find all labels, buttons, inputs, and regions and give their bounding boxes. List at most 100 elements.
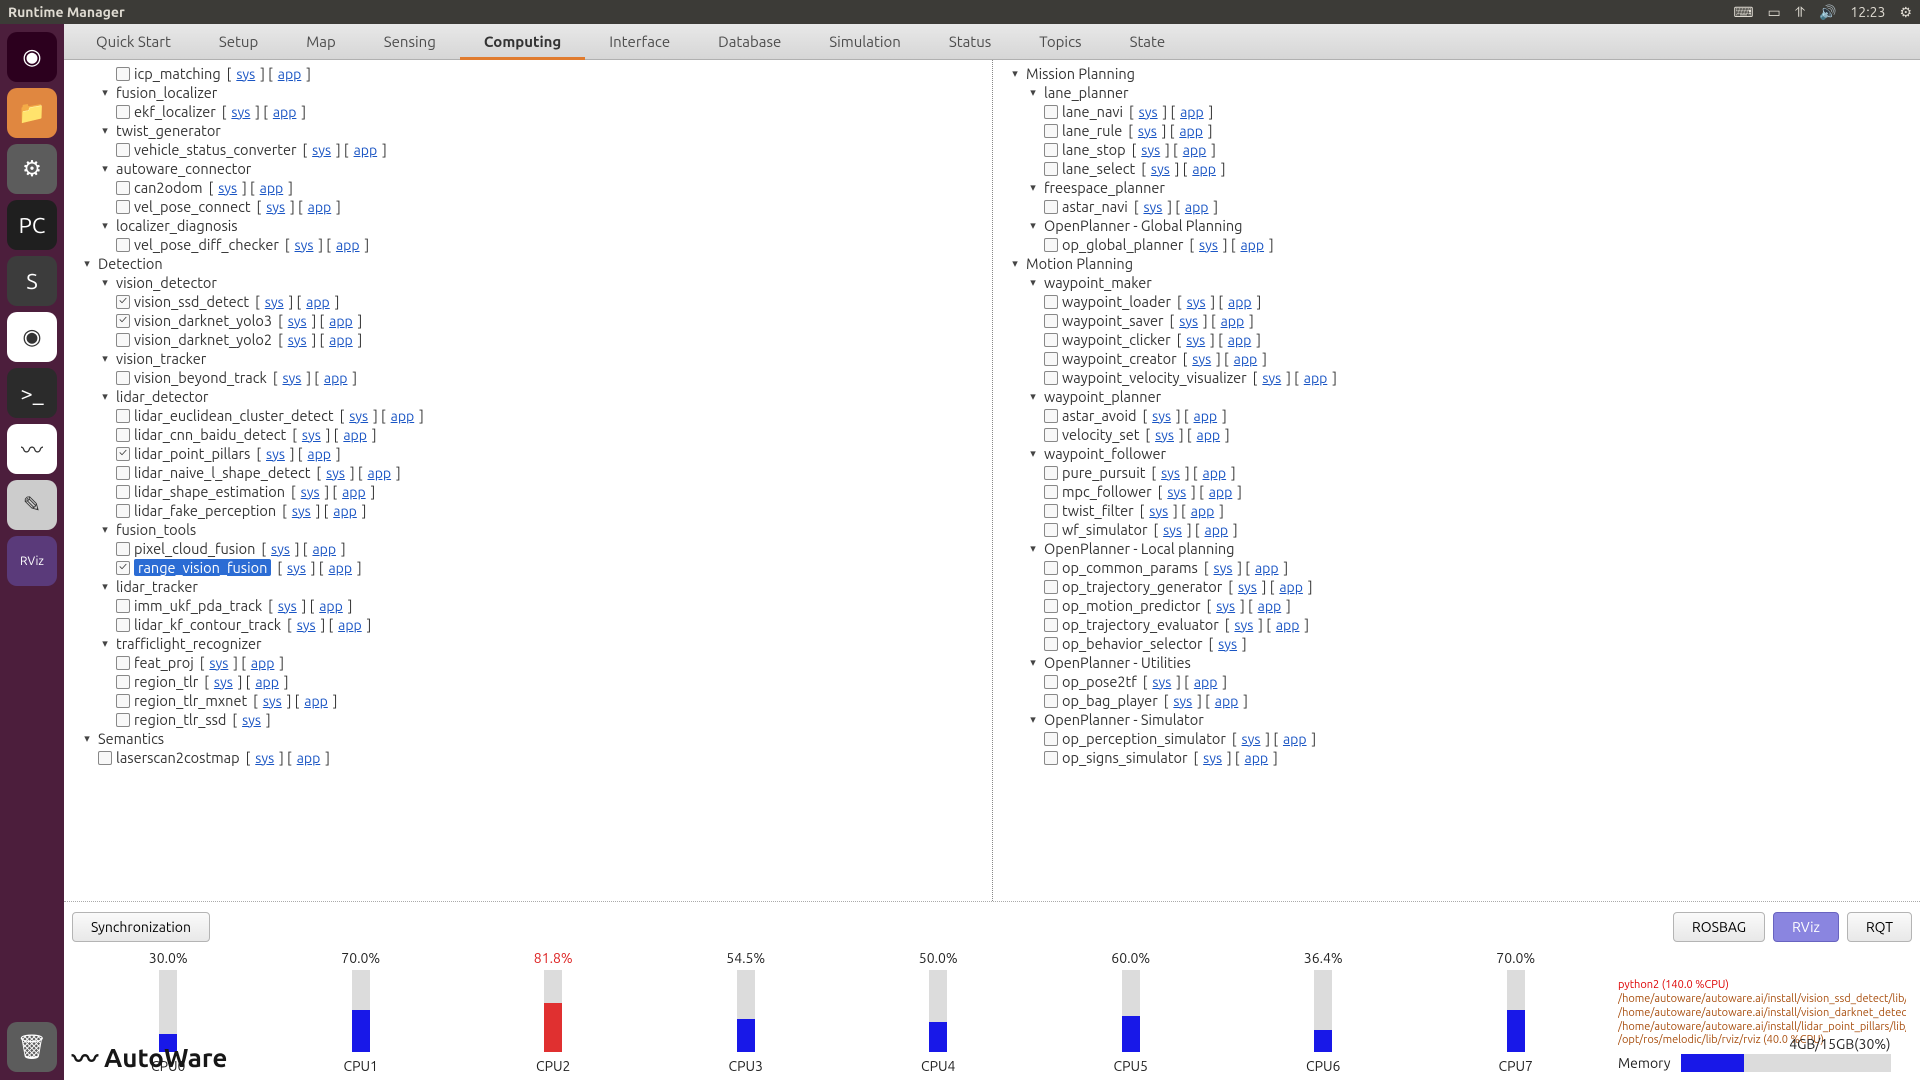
app-link[interactable]: app [333,503,357,519]
expander-icon[interactable] [1008,67,1022,81]
tree-row-lane-stop[interactable]: lane_stop[ sys ] [ app ] [1000,140,1912,159]
sys-link[interactable]: sys [1155,427,1174,443]
checkbox[interactable] [116,200,130,214]
tab-setup[interactable]: Setup [195,24,282,60]
tree-row-fusion-localizer[interactable]: fusion_localizer [72,83,984,102]
app-link[interactable]: app [391,408,415,424]
app-link[interactable]: app [342,484,366,500]
sys-link[interactable]: sys [1151,161,1170,177]
checkbox[interactable] [1044,162,1058,176]
rosbag-button[interactable]: ROSBAG [1673,912,1765,942]
launcher-editor[interactable]: ✎ [7,480,57,530]
expander-icon[interactable] [1026,390,1040,404]
app-link[interactable]: app [1228,332,1252,348]
checkbox[interactable] [98,751,112,765]
tree-row-op-pose2tf[interactable]: op_pose2tf[ sys ] [ app ] [1000,672,1912,691]
expander-icon[interactable] [1026,713,1040,727]
expander-icon[interactable] [98,86,112,100]
sys-link[interactable]: sys [265,294,284,310]
checkbox[interactable] [1044,751,1058,765]
sys-link[interactable]: sys [1161,465,1180,481]
app-link[interactable]: app [329,313,353,329]
app-link[interactable]: app [1276,617,1300,633]
tree-row-op-motion-predictor[interactable]: op_motion_predictor[ sys ] [ app ] [1000,596,1912,615]
launcher-files[interactable]: 📁 [7,88,57,138]
sys-link[interactable]: sys [1179,313,1198,329]
checkbox[interactable] [1044,124,1058,138]
keyboard-icon[interactable]: ⌨ [1733,4,1753,21]
app-link[interactable]: app [1194,408,1218,424]
checkbox[interactable] [116,713,130,727]
tree-row-waypoint-clicker[interactable]: waypoint_clicker[ sys ] [ app ] [1000,330,1912,349]
sys-link[interactable]: sys [349,408,368,424]
checkbox[interactable] [116,143,130,157]
tree-row-semantics[interactable]: Semantics [72,729,984,748]
app-link[interactable]: app [1228,294,1252,310]
checkbox[interactable] [1044,618,1058,632]
rqt-button[interactable]: RQT [1847,912,1912,942]
tree-row-imm-ukf-pda-track[interactable]: imm_ukf_pda_track[ sys ] [ app ] [72,596,984,615]
tree-row-vision-detector[interactable]: vision_detector [72,273,984,292]
checkbox[interactable] [1044,675,1058,689]
launcher-pycharm[interactable]: PC [7,200,57,250]
launcher-chrome[interactable]: ◉ [7,312,57,362]
tree-row-pure-pursuit[interactable]: pure_pursuit[ sys ] [ app ] [1000,463,1912,482]
volume-icon[interactable]: 🔊 [1819,4,1836,21]
tree-row-velocity-set[interactable]: velocity_set[ sys ] [ app ] [1000,425,1912,444]
clock-text[interactable]: 12:23 [1850,4,1885,20]
tree-row-mpc-follower[interactable]: mpc_follower[ sys ] [ app ] [1000,482,1912,501]
sys-link[interactable]: sys [1203,750,1222,766]
checkbox[interactable]: ✓ [116,295,130,309]
checkbox[interactable] [116,105,130,119]
tree-row-waypoint-creator[interactable]: waypoint_creator[ sys ] [ app ] [1000,349,1912,368]
tree-row-lane-select[interactable]: lane_select[ sys ] [ app ] [1000,159,1912,178]
tree-row-lidar-shape-estimation[interactable]: lidar_shape_estimation[ sys ] [ app ] [72,482,984,501]
checkbox[interactable] [1044,561,1058,575]
tree-row-vision-tracker[interactable]: vision_tracker [72,349,984,368]
checkbox[interactable] [1044,409,1058,423]
tree-row-motion-planning[interactable]: Motion Planning [1000,254,1912,273]
sys-link[interactable]: sys [302,427,321,443]
sys-link[interactable]: sys [288,313,307,329]
tree-row-region-tlr-mxnet[interactable]: region_tlr_mxnet[ sys ] [ app ] [72,691,984,710]
expander-icon[interactable] [1026,219,1040,233]
app-link[interactable]: app [1183,142,1207,158]
sys-link[interactable]: sys [287,560,306,576]
tree-row-op-signs-simulator[interactable]: op_signs_simulator[ sys ] [ app ] [1000,748,1912,767]
sys-link[interactable]: sys [1152,674,1171,690]
sys-link[interactable]: sys [1187,294,1206,310]
app-link[interactable]: app [1245,750,1269,766]
checkbox[interactable] [116,656,130,670]
gear-icon[interactable]: ⚙ [1899,4,1912,21]
expander-icon[interactable] [1026,181,1040,195]
tree-row-openplanner-local-planning[interactable]: OpenPlanner - Local planning [1000,539,1912,558]
checkbox[interactable] [1044,200,1058,214]
expander-icon[interactable] [98,580,112,594]
tree-row-freespace-planner[interactable]: freespace_planner [1000,178,1912,197]
sys-link[interactable]: sys [312,142,331,158]
checkbox[interactable] [116,618,130,632]
sys-link[interactable]: sys [271,541,290,557]
sys-link[interactable]: sys [266,199,285,215]
app-link[interactable]: app [1194,674,1218,690]
sys-link[interactable]: sys [1238,579,1257,595]
app-link[interactable]: app [354,142,378,158]
checkbox[interactable] [1044,352,1058,366]
tree-row-lane-planner[interactable]: lane_planner [1000,83,1912,102]
checkbox[interactable] [1044,580,1058,594]
tree-row-vel-pose-connect[interactable]: vel_pose_connect[ sys ] [ app ] [72,197,984,216]
app-link[interactable]: app [1234,351,1258,367]
tab-database[interactable]: Database [694,24,805,60]
sys-link[interactable]: sys [266,446,285,462]
checkbox[interactable] [116,67,130,81]
app-link[interactable]: app [328,560,352,576]
tree-row-lidar-fake-perception[interactable]: lidar_fake_perception[ sys ] [ app ] [72,501,984,520]
tree-row-lidar-point-pillars[interactable]: ✓lidar_point_pillars[ sys ] [ app ] [72,444,984,463]
checkbox[interactable] [1044,466,1058,480]
tree-row-vision-darknet-yolo2[interactable]: vision_darknet_yolo2[ sys ] [ app ] [72,330,984,349]
tab-topics[interactable]: Topics [1015,24,1105,60]
app-link[interactable]: app [1205,522,1229,538]
checkbox[interactable] [116,485,130,499]
expander-icon[interactable] [1026,656,1040,670]
app-link[interactable]: app [273,104,297,120]
